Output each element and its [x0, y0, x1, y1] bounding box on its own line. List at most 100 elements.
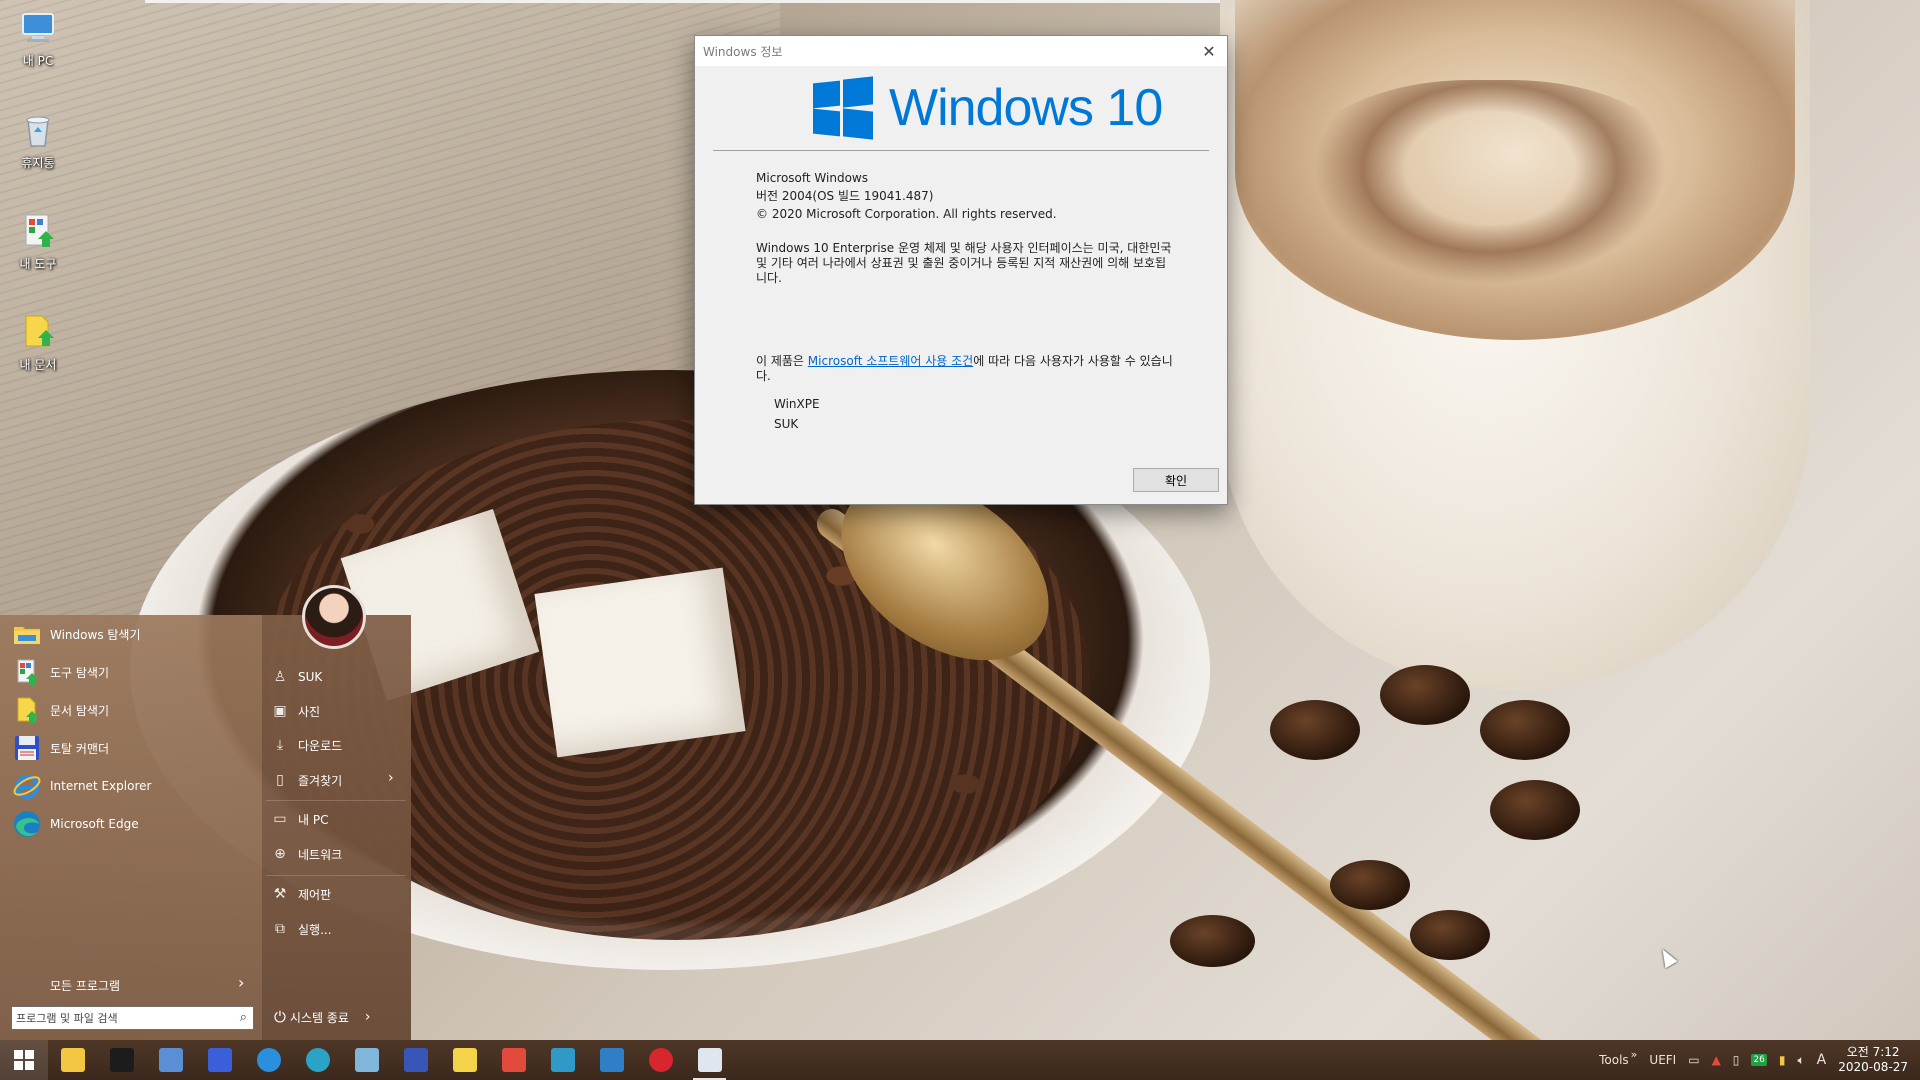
clock-date: 2020-08-27: [1838, 1060, 1908, 1074]
taskbar-app-button[interactable]: [391, 1040, 440, 1080]
taskbar-app-button[interactable]: [244, 1040, 293, 1080]
tools-tray-icon[interactable]: ▲: [1712, 1053, 1721, 1067]
chevron-right-icon[interactable]: ›: [388, 770, 394, 786]
licensed-users: WinXPE SUK: [774, 394, 820, 434]
close-button[interactable]: ✕: [1191, 36, 1227, 66]
floppy-disk-icon: [12, 733, 42, 763]
ok-button[interactable]: 확인: [1133, 468, 1219, 492]
wallpaper-bean: [1380, 665, 1470, 725]
documents-icon: [452, 1048, 477, 1072]
taskbar-app-button[interactable]: [587, 1040, 636, 1080]
run-icon: ⧉: [275, 921, 285, 937]
toolbar-expand-icon[interactable]: »: [1631, 1048, 1638, 1061]
usb-icon[interactable]: ▯: [1733, 1053, 1740, 1067]
input-method-indicator[interactable]: A: [1817, 1052, 1827, 1068]
program-search-input[interactable]: 프로그램 및 파일 검색 ⌕: [11, 1006, 254, 1030]
dialog-title: Windows 정보: [703, 44, 783, 59]
place-label: 내 PC: [298, 812, 329, 827]
user-avatar[interactable]: [302, 585, 366, 649]
windows-start-icon: [14, 1050, 34, 1070]
network-icon: ⊕: [274, 846, 286, 862]
internet-explorer-icon: [12, 771, 42, 801]
taskbar-app-button[interactable]: [97, 1040, 146, 1080]
taskbar-app-button[interactable]: [685, 1040, 734, 1080]
all-programs-button[interactable]: 모든 프로그램: [50, 977, 120, 994]
folder-icon: [12, 619, 42, 649]
taskbar: Tools » UEFI ▭ ▲ ▯ 26 ▮ 🔈︎ A 오전 7:12 202…: [0, 1040, 1920, 1080]
menu-divider: [266, 800, 406, 801]
taskbar-app-button[interactable]: [195, 1040, 244, 1080]
program-windows-explorer[interactable]: Windows 탐색기: [12, 618, 141, 650]
power-icon: ⏻: [274, 1008, 286, 1026]
chevron-right-icon[interactable]: ›: [365, 1009, 371, 1025]
desktop-icon-label: 내 문서: [19, 358, 57, 372]
shutdown-button[interactable]: ⏻ 시스템 종료 ›: [274, 1008, 371, 1026]
desktop-icon-my-documents[interactable]: 내 문서: [8, 312, 68, 373]
monitor-icon[interactable]: ▭: [1688, 1053, 1699, 1067]
program-microsoft-edge[interactable]: Microsoft Edge: [12, 808, 139, 840]
computer-icon: ▭: [273, 811, 287, 827]
wallpaper-bean: [1170, 915, 1255, 967]
licensed-user: SUK: [774, 417, 799, 431]
notepad-icon: [354, 1048, 379, 1072]
desktop-icon-recycle-bin[interactable]: 휴지통: [8, 110, 68, 171]
tray-badge[interactable]: 26: [1751, 1054, 1767, 1066]
place-my-pc[interactable]: ▭ 내 PC: [270, 807, 328, 831]
taskbar-clock[interactable]: 오전 7:12 2020-08-27: [1838, 1045, 1908, 1075]
desktop-icon-my-tools[interactable]: 내 도구: [8, 211, 68, 272]
chevron-right-icon[interactable]: ›: [238, 973, 244, 992]
place-label: 즐겨찾기: [298, 773, 343, 788]
pictures-icon: ▣: [273, 703, 287, 719]
program-total-commander[interactable]: 토탈 커맨더: [12, 732, 109, 764]
taskbar-app-button[interactable]: [440, 1040, 489, 1080]
version-text: 버전 2004(OS 빌드 19041.487): [756, 189, 934, 203]
start-button[interactable]: [0, 1040, 48, 1080]
copyright-text: © 2020 Microsoft Corporation. All rights…: [756, 207, 1057, 221]
license-text: 이 제품은 Microsoft 소프트웨어 사용 조건에 따라 다음 사용자가 …: [756, 354, 1176, 384]
place-control-panel[interactable]: ⚒ 제어판: [270, 882, 331, 906]
place-network[interactable]: ⊕ 네트워크: [270, 842, 342, 866]
place-pictures[interactable]: ▣ 사진: [270, 699, 320, 723]
taskbar-app-button[interactable]: [48, 1040, 97, 1080]
system-tray: Tools » UEFI ▭ ▲ ▯ 26 ▮ 🔈︎ A 오전 7:12 202…: [1593, 1040, 1920, 1080]
wallpaper-bean: [1330, 860, 1410, 910]
wallpaper-bean: [1490, 780, 1580, 840]
about-windows-dialog: Windows 정보 ✕ Windows 10 Microsoft Window…: [694, 35, 1228, 505]
battery-icon[interactable]: ▮: [1779, 1053, 1786, 1067]
license-terms-link[interactable]: Microsoft 소프트웨어 사용 조건: [808, 354, 973, 368]
windows-flag-icon: [813, 76, 873, 140]
search-icon: ⌕: [239, 1010, 247, 1025]
taskbar-app-button[interactable]: [146, 1040, 195, 1080]
place-run[interactable]: ⧉ 실행...: [270, 917, 332, 941]
program-internet-explorer[interactable]: Internet Explorer: [12, 770, 151, 802]
taskbar-app-button[interactable]: [538, 1040, 587, 1080]
clock-time: 오전 7:12: [1846, 1045, 1900, 1059]
search-placeholder: 프로그램 및 파일 검색: [16, 1012, 118, 1025]
taskbar-app-button[interactable]: [489, 1040, 538, 1080]
place-downloads[interactable]: ⤓ 다운로드: [270, 733, 342, 757]
desktop-icon-my-pc[interactable]: 내 PC: [8, 8, 68, 69]
desktop-icon-label: 휴지통: [21, 156, 55, 170]
wallpaper-bean: [1270, 700, 1360, 760]
computer-icon: [18, 8, 58, 48]
remote-desktop-icon: [158, 1048, 183, 1072]
wallpaper-bean: [1480, 700, 1570, 760]
start-menu: Windows 탐색기 도구 탐색기 문서 탐색기 토탈 커맨더 Interne…: [0, 585, 411, 1040]
network-tool-icon: [550, 1048, 575, 1072]
program-label: 문서 탐색기: [50, 703, 110, 718]
dialog-titlebar[interactable]: Windows 정보 ✕: [695, 36, 1227, 66]
taskbar-apps: [48, 1040, 734, 1080]
program-label: 토탈 커맨더: [50, 741, 110, 756]
taskbar-app-button[interactable]: [293, 1040, 342, 1080]
program-tools-explorer[interactable]: 도구 탐색기: [12, 656, 109, 688]
favorites-icon: ▯: [276, 772, 284, 788]
tools-toolbar[interactable]: Tools: [1599, 1053, 1629, 1067]
volume-icon[interactable]: 🔈︎: [1797, 1053, 1804, 1068]
shutdown-label: 시스템 종료: [289, 1010, 349, 1025]
place-user-folder[interactable]: ♙ SUK: [270, 665, 323, 689]
place-favorites[interactable]: ▯ 즐겨찾기: [270, 768, 342, 792]
taskbar-app-button[interactable]: [636, 1040, 685, 1080]
taskbar-app-button[interactable]: [342, 1040, 391, 1080]
licensed-user: WinXPE: [774, 397, 820, 411]
program-documents-explorer[interactable]: 문서 탐색기: [12, 694, 109, 726]
